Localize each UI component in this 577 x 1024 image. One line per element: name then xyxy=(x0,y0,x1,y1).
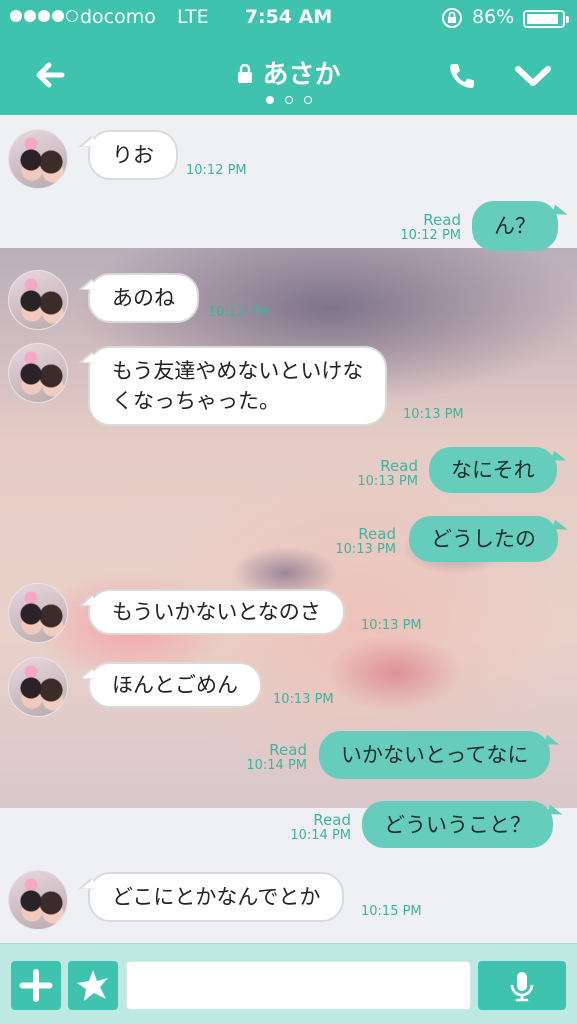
message-meta: 10:13 PM xyxy=(273,692,334,708)
message-meta: Read 10:13 PM xyxy=(357,458,418,490)
message-bubble-incoming[interactable]: どこにとかなんでとか xyxy=(88,872,345,922)
message-text-line: もう友達やめないといけな xyxy=(112,359,364,383)
message-meta: 10:12 PM xyxy=(186,163,247,179)
avatar[interactable] xyxy=(8,129,68,189)
avatar[interactable] xyxy=(8,870,68,930)
message-bubble-outgoing[interactable]: どうしたの xyxy=(409,516,558,562)
page-dot xyxy=(303,96,312,104)
message-time: 10:13 PM xyxy=(403,407,464,422)
read-receipt: Read xyxy=(423,211,461,229)
avatar[interactable] xyxy=(8,657,68,717)
message-text: もういかないとなのさ xyxy=(112,600,321,624)
message-bubble-incoming[interactable]: もう友達やめないといけな くなっちゃった。 xyxy=(88,346,388,426)
plus-icon xyxy=(19,969,53,1002)
page-dot xyxy=(265,96,274,104)
message-bubble-incoming[interactable]: りお xyxy=(88,130,178,180)
message-text: いかないとってなに xyxy=(341,743,529,767)
battery-icon xyxy=(523,10,569,28)
message-meta: Read 10:14 PM xyxy=(246,742,307,774)
avatar[interactable] xyxy=(8,583,68,643)
mic-button[interactable] xyxy=(478,961,566,1010)
chat-title-text: あさか xyxy=(262,60,341,90)
message-time: 10:13 PM xyxy=(335,542,396,557)
message-meta: Read 10:14 PM xyxy=(290,812,351,844)
message-meta: 10:13 PM xyxy=(403,407,464,423)
message-bubble-incoming[interactable]: もういかないとなのさ xyxy=(88,589,345,635)
message-bubble-outgoing[interactable]: ん？ xyxy=(472,201,558,251)
message-text-line: くなっちゃった。 xyxy=(112,389,280,413)
message-meta: 10:15 PM xyxy=(361,904,422,920)
message-text: ほんとごめん xyxy=(112,673,238,697)
message-bubble-incoming[interactable]: あのね xyxy=(88,273,199,323)
message-time: 10:12 PM xyxy=(400,228,461,243)
message-time: 10:12 PM xyxy=(186,163,247,178)
plus-button[interactable] xyxy=(11,961,61,1010)
message-meta: 10:13 PM xyxy=(361,618,422,634)
battery-percent: 86% xyxy=(472,6,515,28)
message-meta: 10:12 PM xyxy=(208,305,269,321)
message-time: 10:13 PM xyxy=(357,474,418,489)
message-text: どうしたの xyxy=(431,527,536,551)
sticker-button[interactable] xyxy=(68,961,118,1010)
message-text: りお xyxy=(112,143,154,167)
message-bubble-outgoing[interactable]: どういうこと？ xyxy=(362,801,553,848)
avatar[interactable] xyxy=(8,343,68,403)
message-time: 10:15 PM xyxy=(361,904,422,919)
rotation-lock-icon xyxy=(440,6,464,35)
message-bubble-outgoing[interactable]: いかないとってなに xyxy=(319,731,551,779)
message-time: 10:14 PM xyxy=(290,828,351,843)
read-receipt: Read xyxy=(380,457,418,475)
message-text: なにそれ xyxy=(451,458,535,482)
message-input-bar xyxy=(0,943,577,1024)
chat-title[interactable]: あさか xyxy=(0,54,577,91)
mic-icon xyxy=(510,972,534,1002)
chat-area[interactable]: りお 10:12 PM Read 10:12 PM ん？ あのね 10:12 P… xyxy=(0,115,577,943)
page-indicator xyxy=(0,96,577,104)
message-meta: Read 10:13 PM xyxy=(335,526,396,558)
message-bubble-outgoing[interactable]: なにそれ xyxy=(429,447,557,493)
top-bar: docomo LTE 7:54 AM 86% あさか xyxy=(0,0,577,115)
phone-icon[interactable] xyxy=(444,58,480,94)
read-receipt: Read xyxy=(313,811,351,829)
message-time: 10:14 PM xyxy=(246,758,307,773)
message-time: 10:13 PM xyxy=(273,692,334,707)
message-bubble-incoming[interactable]: ほんとごめん xyxy=(88,662,262,708)
message-text: あのね xyxy=(112,286,175,310)
message-time: 10:13 PM xyxy=(361,618,422,633)
status-bar: docomo LTE 7:54 AM 86% xyxy=(0,0,577,38)
message-text: どこにとかなんでとか xyxy=(112,885,321,909)
sticker-icon xyxy=(77,970,108,1001)
chevron-down-icon[interactable] xyxy=(512,60,554,92)
read-receipt: Read xyxy=(269,741,307,759)
lock-icon xyxy=(236,61,254,83)
avatar[interactable] xyxy=(8,270,68,330)
message-time: 10:12 PM xyxy=(208,305,269,320)
message-input[interactable] xyxy=(126,961,471,1010)
message-text: どういうこと？ xyxy=(384,812,531,837)
message-meta: Read 10:12 PM xyxy=(400,212,461,244)
read-receipt: Read xyxy=(358,525,396,543)
message-text: ん？ xyxy=(494,214,536,238)
page-dot xyxy=(284,96,293,104)
